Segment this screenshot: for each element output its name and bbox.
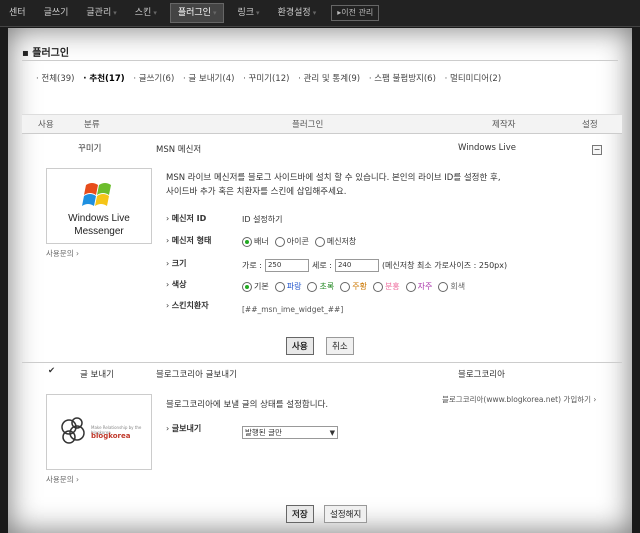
plugin-panel: ▪ 플러그인 · 전체(39) · 추천(17) · 글쓰기(6) · 글 보내… bbox=[8, 28, 632, 533]
nav-post-manage[interactable]: 글관리 ▾ bbox=[77, 0, 125, 26]
nav-center[interactable]: 센터 bbox=[0, 0, 35, 26]
radio-window[interactable] bbox=[314, 236, 325, 247]
filter-decorate[interactable]: · 꾸미기(12) bbox=[243, 74, 289, 84]
msn-color-label: › 색상 bbox=[166, 280, 187, 289]
bk-logo-text: blogkorea bbox=[91, 432, 131, 440]
radio-window-label: 메신저창 bbox=[326, 237, 357, 246]
filter-write[interactable]: · 글쓰기(6) bbox=[133, 74, 174, 84]
msn-logo-line1: Windows Live bbox=[68, 213, 130, 224]
nav-plugin[interactable]: 플러그인 ▾ bbox=[169, 3, 225, 23]
msn-size-label: › 크기 bbox=[166, 259, 187, 268]
msn-category: 꾸미기 bbox=[78, 144, 102, 154]
color-purple-label: 자주 bbox=[417, 282, 433, 291]
filter-recommended[interactable]: · 추천(17) bbox=[83, 74, 124, 84]
save-button[interactable]: 저장 bbox=[286, 505, 314, 523]
radio-color-default[interactable] bbox=[242, 281, 252, 292]
msn-tag-label: › 스킨치환자 bbox=[166, 301, 209, 310]
msn-desc-line2: 사이드바 추가 혹은 치환자를 스킨에 삽입해주세요. bbox=[166, 187, 347, 197]
use-button[interactable]: 사용 bbox=[286, 337, 314, 355]
bk-signup-link[interactable]: 블로그코리아(www.blogkorea.net) 가입하기 › bbox=[442, 394, 596, 405]
radio-color-gray[interactable] bbox=[438, 281, 449, 292]
msn-maker: Windows Live bbox=[458, 143, 517, 153]
checkmark-icon[interactable]: ✔ bbox=[48, 366, 55, 376]
bk-send-select[interactable]: 발행된 글만 ▼ bbox=[242, 426, 338, 439]
chevron-down-icon: ▾ bbox=[312, 9, 317, 17]
height-label: 세로 : bbox=[311, 261, 332, 270]
bk-inquiry-link[interactable]: 사용문의 › bbox=[46, 474, 79, 485]
collapse-icon[interactable]: − bbox=[592, 145, 602, 155]
radio-icon-label: 아이콘 bbox=[286, 237, 309, 246]
radio-color-purple[interactable] bbox=[405, 281, 416, 292]
header-plugin: 플러그인 bbox=[292, 120, 324, 130]
msn-name: MSN 메신저 bbox=[156, 145, 202, 155]
page-title: ▪ 플러그인 bbox=[22, 48, 70, 59]
msn-color-options: 기본 파랑 초록 주황 분홍 자주 회색 bbox=[236, 281, 465, 292]
header-category: 분류 bbox=[84, 120, 100, 130]
msn-state-label: › 메신저 형태 bbox=[166, 236, 212, 245]
bk-category: 글 보내기 bbox=[80, 370, 114, 380]
radio-icon[interactable] bbox=[274, 236, 285, 247]
width-input[interactable]: 250 bbox=[264, 259, 309, 272]
chevron-down-icon: ▾ bbox=[153, 9, 157, 17]
chevron-down-icon: ▾ bbox=[256, 9, 260, 17]
msn-id-link[interactable]: ID 설정하기 bbox=[242, 214, 283, 225]
nav-skin[interactable]: 스킨 ▾ bbox=[126, 0, 166, 26]
msn-tag-value: [##_msn_ime_widget_##] bbox=[242, 305, 344, 314]
radio-color-pink[interactable] bbox=[372, 281, 383, 292]
chevron-down-icon: ▼ bbox=[329, 428, 335, 437]
color-blue-label: 파랑 bbox=[286, 282, 302, 291]
msn-id-label: › 메신저 ID bbox=[166, 214, 207, 223]
msn-inquiry-link[interactable]: 사용문의 › bbox=[46, 248, 79, 259]
header-maker: 제작자 bbox=[492, 120, 516, 130]
cancel-button[interactable]: 취소 bbox=[326, 337, 354, 355]
color-default-label: 기본 bbox=[254, 282, 269, 291]
radio-color-blue[interactable] bbox=[274, 281, 285, 292]
radio-color-orange[interactable] bbox=[340, 281, 351, 292]
radio-banner-label: 배너 bbox=[254, 237, 269, 246]
nav-settings[interactable]: 환경설정 ▾ bbox=[269, 0, 326, 26]
color-orange-label: 주황 bbox=[352, 282, 367, 291]
top-navigation: 센터 글쓰기 글관리 ▾ 스킨 ▾ 플러그인 ▾ 링크 ▾ 환경설정 ▾ ▸이전 관리 bbox=[0, 0, 640, 27]
filter-multimedia[interactable]: · 멀티미디어(2) bbox=[445, 74, 502, 84]
old-admin-button[interactable]: ▸이전 관리 bbox=[331, 5, 380, 21]
size-note: (메신저창 최소 가로사이즈 : 250px) bbox=[381, 261, 508, 270]
msn-description: MSN 라이브 메신저를 블로그 사이드바에 설치 할 수 있습니다. 본인의 … bbox=[166, 171, 566, 199]
radio-banner[interactable] bbox=[242, 236, 252, 247]
filter-spam[interactable]: · 스팸 불펌방지(6) bbox=[369, 74, 436, 84]
color-pink-label: 분홍 bbox=[384, 282, 400, 291]
width-label: 가로 : bbox=[242, 261, 262, 270]
table-header: 사용 분류 플러그인 제작자 설정 bbox=[22, 114, 622, 134]
msn-logo: Windows Live Messenger bbox=[46, 168, 152, 244]
bk-maker: 블로그코리아 bbox=[458, 370, 505, 380]
filter-all[interactable]: · 전체(39) bbox=[36, 74, 75, 84]
disable-button[interactable]: 설정해지 bbox=[324, 505, 368, 523]
msn-size-controls: 가로 : 250 세로 : 240 (메신저창 최소 가로사이즈 : 250px… bbox=[242, 259, 507, 272]
chevron-down-icon: ▾ bbox=[113, 9, 117, 17]
msn-desc-line1: MSN 라이브 메신저를 블로그 사이드바에 설치 할 수 있습니다. 본인의 … bbox=[166, 173, 501, 183]
height-input[interactable]: 240 bbox=[334, 259, 379, 272]
nav-link[interactable]: 링크 ▾ bbox=[228, 0, 268, 26]
filter-send[interactable]: · 글 보내기(4) bbox=[183, 74, 234, 84]
color-green-label: 초록 bbox=[319, 282, 335, 291]
blogkorea-logo: Make Relationship by the blogkorea blogk… bbox=[46, 394, 152, 470]
msn-state-options: 배너 아이콘 메신저창 bbox=[236, 236, 356, 247]
bk-name: 블로그코리아 글보내기 bbox=[156, 370, 237, 380]
radio-color-green[interactable] bbox=[307, 281, 318, 292]
bk-send-value: 발행된 글만 bbox=[245, 428, 282, 437]
bk-send-label: › 글보내기 bbox=[166, 424, 202, 433]
msn-logo-line2: Messenger bbox=[74, 226, 124, 237]
row-divider bbox=[22, 362, 622, 363]
header-use: 사용 bbox=[38, 120, 54, 130]
nav-write[interactable]: 글쓰기 bbox=[35, 0, 78, 26]
category-filters: · 전체(39) · 추천(17) · 글쓰기(6) · 글 보내기(4) · … bbox=[36, 72, 507, 84]
title-divider bbox=[22, 60, 618, 61]
color-gray-label: 회색 bbox=[450, 282, 466, 291]
chevron-down-icon: ▾ bbox=[212, 9, 217, 17]
filter-manage[interactable]: · 관리 및 통계(9) bbox=[298, 74, 360, 84]
header-settings: 설정 bbox=[582, 120, 598, 130]
